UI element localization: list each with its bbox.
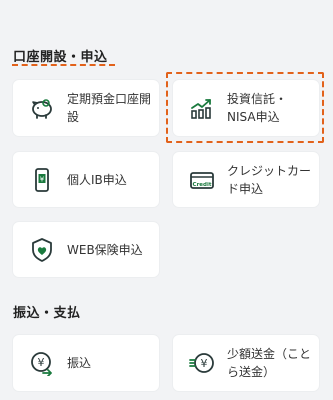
small-remittance-label: 少額送金（こと ら送金） xyxy=(227,347,312,379)
section-title-account-opening: 口座開設・申込 xyxy=(13,50,108,65)
shield-heart-icon xyxy=(29,237,55,263)
credit-card-card[interactable]: Credit クレジットカー ド申込 xyxy=(173,152,319,207)
credit-card-label: クレジットカー ド申込 xyxy=(227,163,312,196)
svg-text:¥: ¥ xyxy=(40,175,45,183)
smartphone-yen-icon: ¥ xyxy=(29,167,55,193)
web-insurance-card[interactable]: WEB保険申込 xyxy=(13,222,159,277)
section-title-transfer: 振込・支払 xyxy=(13,306,81,321)
yen-arrow-icon: ¥ xyxy=(29,350,55,376)
chart-up-icon xyxy=(189,95,215,121)
credit-card-icon: Credit xyxy=(189,167,215,193)
time-deposit-label: 定期預金口座開 設 xyxy=(67,92,152,124)
time-deposit-card[interactable]: 定期預金口座開 設 xyxy=(13,80,159,136)
small-remittance-card[interactable]: ¥ 少額送金（こと ら送金） xyxy=(173,335,319,391)
section-underline xyxy=(12,64,115,66)
svg-text:¥: ¥ xyxy=(38,356,45,369)
piggy-bank-icon xyxy=(29,95,55,121)
investment-nisa-card[interactable]: 投資信託・ NISA申込 xyxy=(173,80,319,136)
yen-send-icon: ¥ xyxy=(189,350,215,376)
transfer-label: 振込 xyxy=(67,356,92,370)
ib-application-card[interactable]: ¥ 個人IB申込 xyxy=(13,152,159,207)
web-insurance-label: WEB保険申込 xyxy=(67,242,143,257)
transfer-card[interactable]: ¥ 振込 xyxy=(13,335,159,391)
ib-application-label: 個人IB申込 xyxy=(67,172,127,187)
svg-text:¥: ¥ xyxy=(201,357,208,370)
credit-icon-text: Credit xyxy=(193,182,212,188)
investment-nisa-label: 投資信託・ NISA申込 xyxy=(227,92,288,124)
